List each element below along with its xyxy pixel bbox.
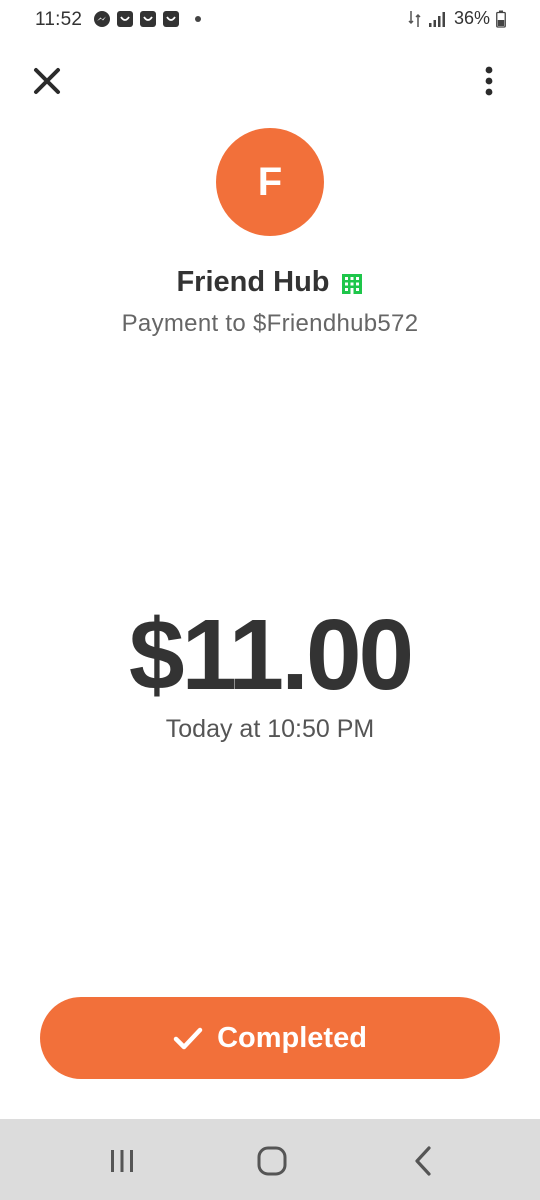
more-vertical-icon[interactable] <box>477 64 501 98</box>
messenger-icon <box>94 11 110 27</box>
back-icon[interactable] <box>410 1145 438 1177</box>
avatar-letter: F <box>257 159 283 204</box>
status-time: 11:52 <box>35 9 83 30</box>
app-icon <box>140 11 156 27</box>
checkmark-icon <box>173 1027 203 1050</box>
navigation-bar <box>0 1119 540 1200</box>
avatar: F <box>216 128 324 236</box>
recents-icon[interactable] <box>106 1147 138 1175</box>
recipient-name: Friend Hub <box>176 266 330 298</box>
battery-icon <box>496 10 506 28</box>
signal-icon <box>428 11 445 27</box>
payment-timestamp: Today at 10:50 PM <box>165 715 375 743</box>
completed-label: Completed <box>217 1021 367 1054</box>
business-building-icon <box>341 273 362 294</box>
app-icon <box>117 11 133 27</box>
payment-subtitle: Payment to $Friendhub572 <box>121 310 419 337</box>
data-transfer-icon <box>408 10 421 27</box>
close-icon[interactable] <box>30 64 64 98</box>
notification-icons <box>93 10 201 28</box>
completed-status-button[interactable]: Completed <box>40 997 500 1079</box>
battery-percent: 36% <box>453 8 490 28</box>
recipient-name-row: Friend Hub <box>0 266 540 299</box>
status-bar: 11:52 36% <box>0 0 540 40</box>
status-right: 36% <box>408 8 506 29</box>
notification-dot-icon <box>195 16 201 22</box>
payment-amount: $11.00 <box>128 599 414 711</box>
app-icon <box>163 11 179 27</box>
home-icon[interactable] <box>256 1145 288 1177</box>
